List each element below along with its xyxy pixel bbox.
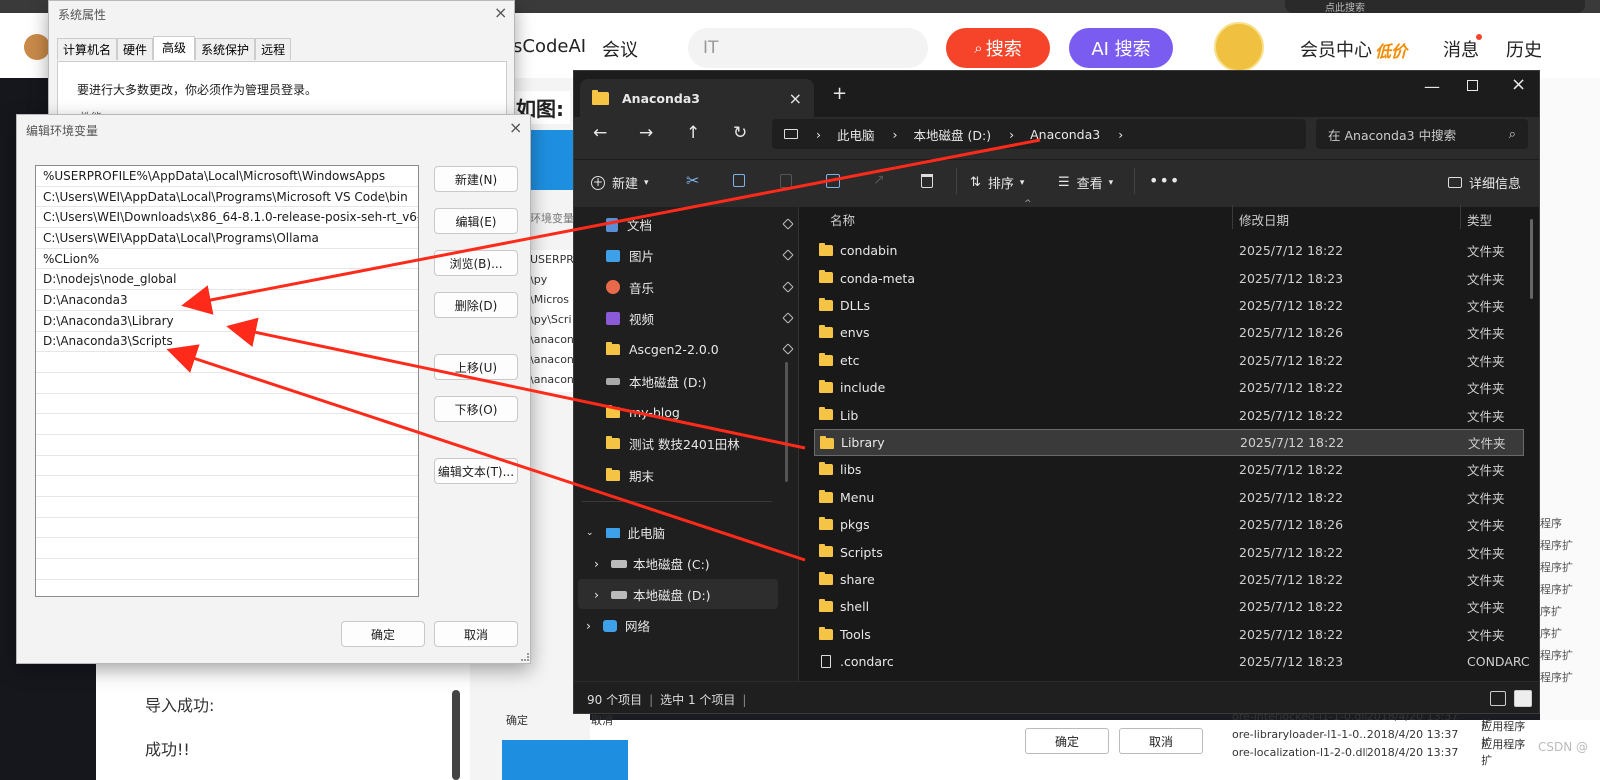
annotation-arrows (166, 138, 1041, 562)
arrow-anaconda3 (181, 138, 1041, 315)
arrow-library (226, 317, 806, 450)
